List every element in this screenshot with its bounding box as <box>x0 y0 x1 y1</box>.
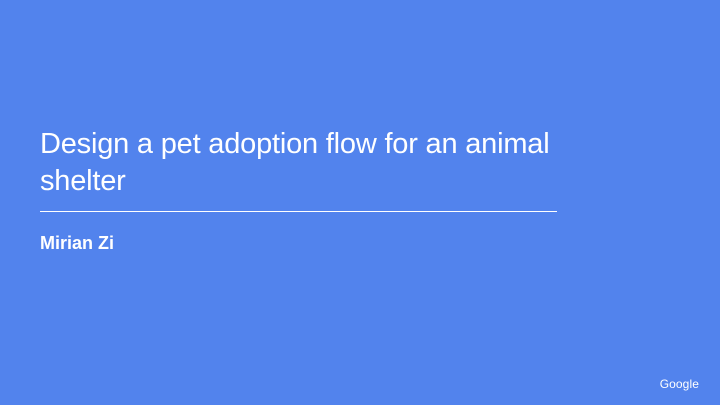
title-slide: Design a pet adoption flow for an animal… <box>0 0 720 405</box>
title-divider <box>40 211 557 212</box>
google-logo: Google <box>659 377 699 391</box>
slide-title: Design a pet adoption flow for an animal… <box>40 128 550 197</box>
slide-subtitle: Mirian Zi <box>40 233 115 253</box>
